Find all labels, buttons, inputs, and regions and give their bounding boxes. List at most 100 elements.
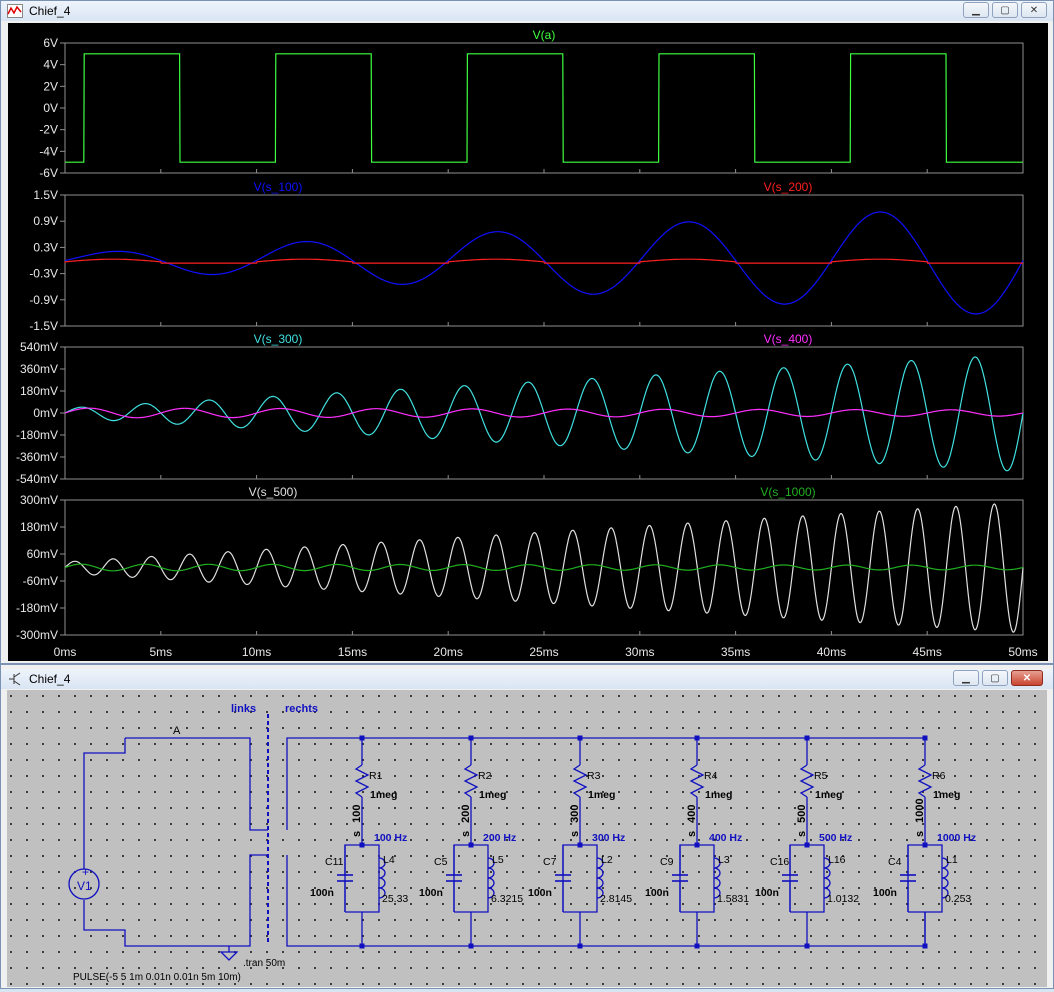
label-links: links	[231, 703, 256, 715]
legend-V(a)[interactable]: V(a)	[533, 28, 556, 42]
x-tick-label: 15ms	[338, 645, 367, 659]
trace-V(a)[interactable]	[65, 53, 1023, 163]
net-label-s_200: s 200	[460, 805, 472, 837]
inductor-name: L4	[383, 854, 395, 866]
inductor-value: 25.33	[382, 893, 408, 905]
waveform-plots[interactable]: 6V 4V 2V 0V -2V -4V -6V V(a) 1.5V 0.9V 0.3V -0.3V -0…	[8, 23, 1048, 661]
y-tick-label: 540mV	[20, 340, 58, 354]
schematic-close-button[interactable]: ✕	[1011, 670, 1043, 686]
capacitor-name: C16	[770, 856, 789, 868]
waveform-app-icon	[7, 3, 23, 19]
y-tick-label: -180mV	[16, 601, 58, 615]
y-tick-label: 180mV	[20, 384, 58, 398]
waveform-window-title: Chief_4	[29, 4, 71, 18]
y-tick-label: -60mV	[23, 574, 58, 588]
x-tick-label: 40ms	[817, 645, 846, 659]
y-tick-label: 0.9V	[33, 214, 58, 228]
x-tick-label: 0ms	[54, 645, 77, 659]
waveform-plot-area[interactable]: 6V 4V 2V 0V -2V -4V -6V V(a) 1.5V 0.9V 0.3V -0.3V -0…	[8, 23, 1048, 661]
resistor-name: R3	[587, 770, 601, 782]
y-tick-label: -4V	[39, 144, 58, 158]
maximize-button[interactable]: ▢	[992, 2, 1018, 18]
net-label-number: 100	[351, 805, 363, 823]
x-tick-label: 45ms	[913, 645, 942, 659]
net-label-prefix: s	[686, 831, 698, 837]
y-tick-label: -300mV	[16, 628, 58, 642]
trace-V(s_300)[interactable]	[64, 356, 1024, 472]
y-tick-label: 360mV	[20, 362, 58, 376]
capacitor-name: C9	[660, 856, 674, 868]
legend-V(s_200)[interactable]: V(s_200)	[764, 180, 813, 194]
resistor-R5[interactable]	[799, 764, 815, 798]
branch-s_400[interactable]: R4 1meg s 400 400 Hz C9 100n L3 1.5831	[645, 735, 749, 949]
net-label-s_100: s 100	[351, 805, 363, 837]
resistor-R1[interactable]	[354, 764, 370, 798]
resistor-R3[interactable]	[572, 764, 588, 798]
x-tick-label: 35ms	[721, 645, 750, 659]
schematic-window-title: Chief_4	[29, 672, 71, 686]
net-label-number: 300	[569, 805, 581, 823]
branch-s_100[interactable]: R1 1meg s 100 100 Hz C11 100n L4 25.33	[310, 735, 408, 949]
branch-s_1000[interactable]: R6 1meg s 1000 1000 Hz C4 100n L1 0.253	[873, 735, 976, 949]
x-tick-label: 30ms	[625, 645, 654, 659]
y-tick-label: 0mV	[33, 406, 58, 420]
schematic-titlebar[interactable]: Chief_4 ▁ ▢ ✕	[1, 669, 1053, 689]
y-tick-label: -2V	[39, 123, 58, 137]
close-button[interactable]: ✕	[1021, 2, 1047, 18]
trace-V(s_400)[interactable]	[64, 407, 1024, 419]
branch-s_200[interactable]: R2 1meg s 200 200 Hz C5 100n L5 6.3215	[419, 735, 523, 949]
x-tick-label: 25ms	[529, 645, 558, 659]
net-label-prefix: s	[460, 831, 472, 837]
capacitor-name: C7	[543, 856, 557, 868]
minimize-button[interactable]: ▁	[963, 2, 989, 18]
y-tick-label: 0V	[43, 101, 58, 115]
resistor-value: 1meg	[933, 789, 960, 801]
legend-V(s_400)[interactable]: V(s_400)	[764, 332, 813, 346]
resistor-name: R2	[478, 770, 492, 782]
waveform-window: Chief_4 ▁ ▢ ✕ 6V 4V 2V 0V -2V -4V -6V V(a) 1.5V 0…	[0, 0, 1054, 664]
schematic-minimize-button[interactable]: ▁	[953, 670, 979, 686]
legend-V(s_1000)[interactable]: V(s_1000)	[760, 485, 815, 499]
inductor-value: 1.0132	[827, 893, 859, 905]
tran-directive: .tran 50m	[243, 958, 285, 969]
y-tick-label: 60mV	[27, 547, 58, 561]
net-label-prefix: s	[351, 831, 363, 837]
y-tick-label: 300mV	[20, 493, 58, 507]
resonance-freq-label: 400 Hz	[709, 832, 742, 844]
inductor-name: L3	[718, 854, 730, 866]
inductor-name: L16	[828, 854, 846, 866]
capacitor-value: 100n	[310, 887, 334, 899]
schematic-canvas[interactable]: V1 + A links rechts R1 1meg s 100 100 Hz C11 1…	[7, 690, 1047, 987]
x-tick-label: 50ms	[1008, 645, 1037, 659]
y-tick-label: -180mV	[16, 428, 58, 442]
resistor-R6[interactable]	[917, 764, 933, 798]
waveform-titlebar[interactable]: Chief_4 ▁ ▢ ✕	[1, 1, 1053, 21]
pulse-source-value: PULSE(-5 5 1m 0.01n 0.01n 5m 10m)	[73, 972, 241, 983]
resonance-freq-label: 500 Hz	[819, 832, 852, 844]
legend-V(s_300)[interactable]: V(s_300)	[254, 332, 303, 346]
legend-V(s_500)[interactable]: V(s_500)	[249, 485, 298, 499]
resistor-R2[interactable]	[463, 764, 479, 798]
branch-s_500[interactable]: R5 1meg s 500 500 Hz C16 100n L16 1.0132	[755, 735, 859, 949]
schematic-maximize-button[interactable]: ▢	[982, 670, 1008, 686]
resistor-R4[interactable]	[689, 764, 705, 798]
inductor-name: L2	[601, 854, 613, 866]
capacitor-name: C11	[325, 856, 344, 868]
capacitor-value: 100n	[528, 887, 552, 899]
y-tick-label: 180mV	[20, 520, 58, 534]
inductor-value: 1.5831	[717, 893, 749, 905]
schematic-drawing[interactable]: V1 + A links rechts R1 1meg s 100 100 Hz C11 1…	[7, 690, 1047, 987]
y-tick-label: 0.3V	[33, 240, 58, 254]
y-tick-label: -0.3V	[29, 267, 58, 281]
inductor-name: L5	[492, 854, 504, 866]
net-label-number: 500	[796, 805, 808, 823]
branch-s_300[interactable]: R3 1meg s 300 300 Hz C7 100n L2 2.8145	[528, 735, 632, 949]
y-tick-label: -6V	[39, 166, 58, 180]
net-label-s_400: s 400	[686, 805, 698, 837]
x-tick-label: 5ms	[149, 645, 172, 659]
capacitor-name: C4	[888, 856, 902, 868]
net-label-s_500: s 500	[796, 805, 808, 837]
capacitor-value: 100n	[645, 887, 669, 899]
net-label-a: A	[173, 725, 181, 737]
legend-V(s_100)[interactable]: V(s_100)	[254, 180, 303, 194]
